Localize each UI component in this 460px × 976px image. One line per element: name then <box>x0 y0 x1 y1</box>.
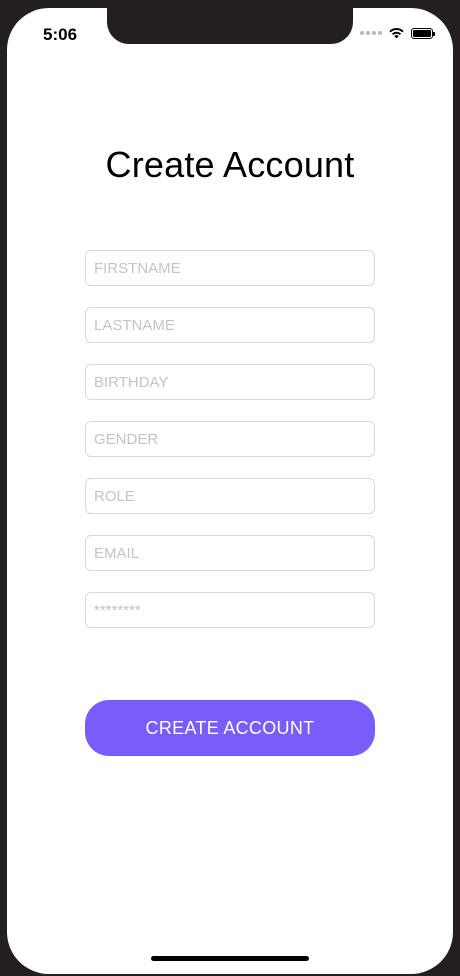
password-input[interactable] <box>94 593 374 627</box>
signal-dots-icon <box>360 31 382 35</box>
role-field[interactable] <box>85 478 375 514</box>
status-icons <box>360 27 435 39</box>
notch <box>107 8 353 44</box>
phone-screen: 5:06 Create Account CREATE ACCOUNT <box>7 8 453 974</box>
status-time: 5:06 <box>43 25 78 44</box>
birthday-input[interactable] <box>94 365 374 399</box>
lastname-input[interactable] <box>94 308 374 342</box>
gender-field[interactable] <box>85 421 375 457</box>
firstname-field[interactable] <box>85 250 375 286</box>
create-account-button[interactable]: CREATE ACCOUNT <box>85 700 375 756</box>
gender-input[interactable] <box>94 422 374 456</box>
email-input[interactable] <box>94 536 374 570</box>
page-title: Create Account <box>105 144 355 185</box>
firstname-input[interactable] <box>94 251 374 285</box>
wifi-icon <box>389 28 404 39</box>
password-field[interactable] <box>85 592 375 628</box>
lastname-field[interactable] <box>85 307 375 343</box>
birthday-field[interactable] <box>85 364 375 400</box>
home-indicator[interactable] <box>151 956 309 961</box>
email-field[interactable] <box>85 535 375 571</box>
role-input[interactable] <box>94 479 374 513</box>
battery-icon <box>411 27 435 39</box>
